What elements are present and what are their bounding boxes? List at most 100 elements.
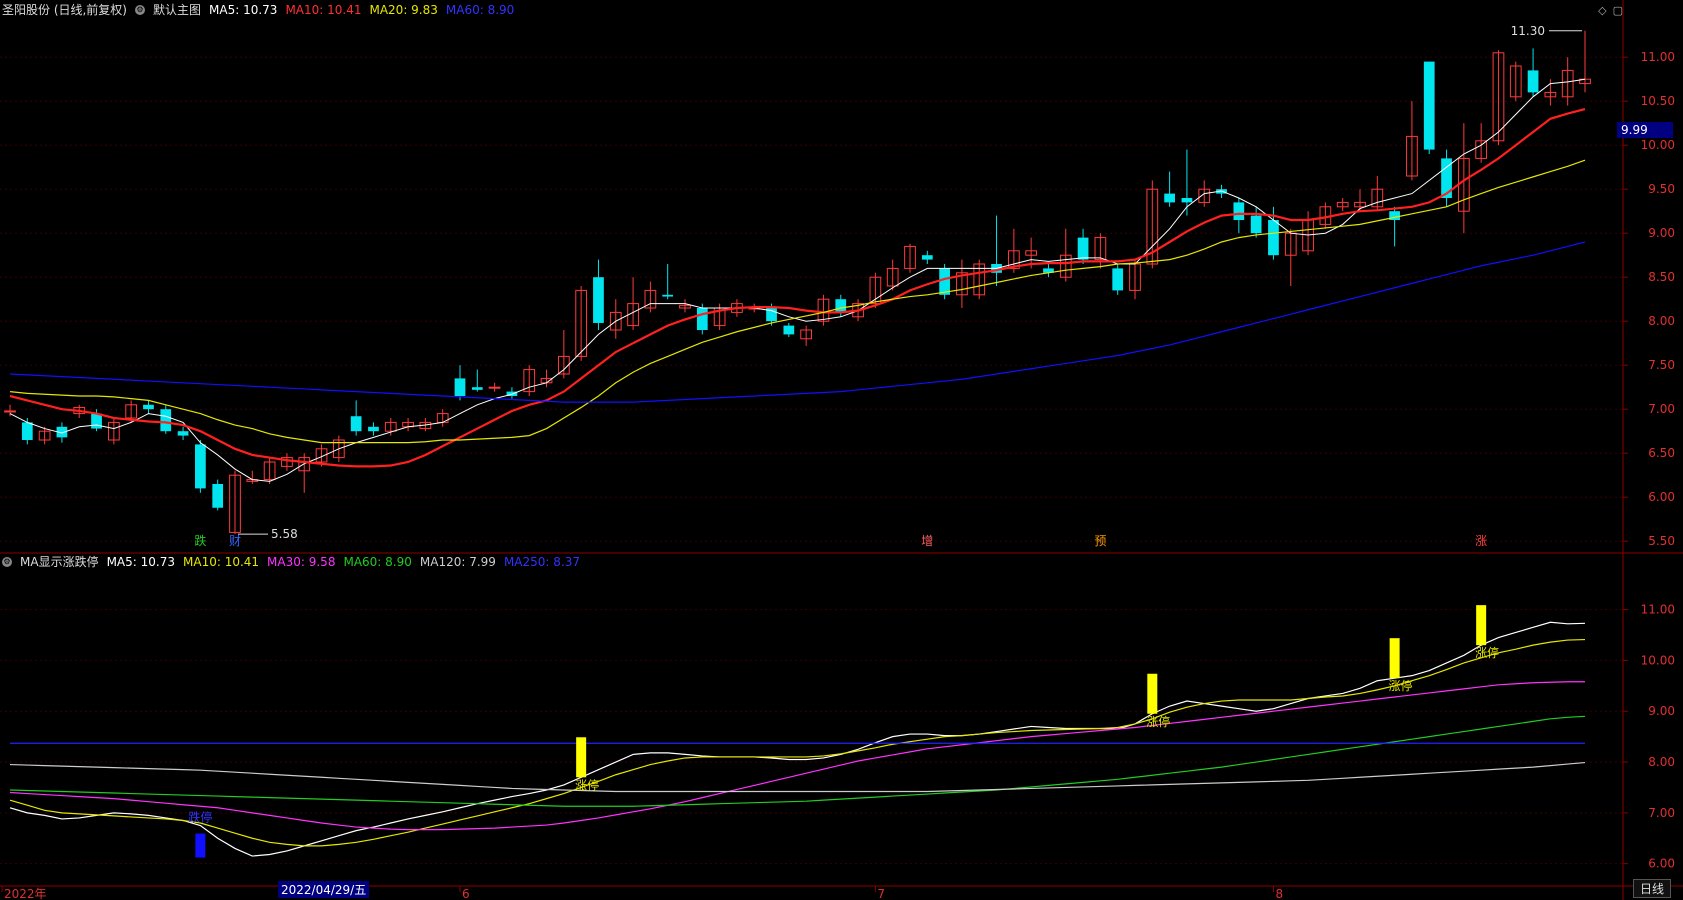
candle-body: [91, 413, 102, 429]
main-tick-label: 10.00: [1641, 138, 1675, 152]
event-mark: 预: [1094, 534, 1106, 548]
main-tick-label: 11.00: [1641, 50, 1675, 64]
candle-body: [195, 444, 206, 489]
main-tick-label: 8.00: [1648, 314, 1675, 328]
limit-down-bar: [195, 833, 206, 858]
candle-body: [488, 386, 501, 389]
main-tick-label: 9.50: [1648, 182, 1675, 196]
sub-chart-header: ⚙ MA显示涨跌停 MA5: 10.73 MA10: 10.41 MA30: 9…: [0, 552, 580, 572]
x-tick-label: 6: [462, 887, 470, 900]
candle-body: [939, 268, 950, 295]
sub-ma60-line: [9, 715, 1586, 807]
candle-body: [1164, 193, 1175, 203]
sub-tick-label: 7.00: [1648, 806, 1675, 820]
candle-body: [1233, 202, 1245, 220]
candle-body: [1423, 61, 1435, 150]
candle-body: [1268, 220, 1279, 256]
sub-ma5-line: [9, 621, 1586, 857]
candle-body: [350, 416, 362, 432]
candle-body: [662, 294, 674, 297]
window-icon[interactable]: ▢: [1613, 4, 1623, 17]
x-tick-label: 2022年: [4, 887, 47, 900]
candle-body: [21, 422, 33, 440]
x-tick-label: 7: [877, 887, 885, 900]
candle-body: [177, 431, 189, 436]
ma10-label: MA10: 10.41: [285, 3, 362, 17]
sub-ma5-label: MA5: 10.73: [106, 555, 175, 569]
sub-ma120-line: [9, 761, 1586, 793]
limit-up-bar: [1476, 605, 1487, 646]
main-ma10-line: [9, 108, 1586, 468]
event-mark: 增: [921, 534, 933, 548]
current-price-tag: 9.99: [1617, 122, 1673, 138]
period-button[interactable]: 日线: [1632, 879, 1671, 898]
limit-up-label: 涨停: [575, 777, 599, 792]
ma60-label: MA60: 8.90: [445, 3, 515, 17]
ma5-label: MA5: 10.73: [209, 3, 278, 17]
sub-tick-label: 11.00: [1641, 603, 1675, 617]
limit-up-bar: [576, 737, 587, 778]
main-tick-label: 7.50: [1648, 358, 1675, 372]
main-tick-label: 5.50: [1648, 534, 1675, 548]
limit-up-bar: [1147, 673, 1158, 714]
candle-body: [212, 484, 224, 508]
candle-body: [1527, 70, 1539, 93]
candle-body: [921, 255, 933, 260]
candle-body: [471, 387, 483, 390]
candle-body: [783, 325, 795, 335]
main-tick-label: 7.00: [1648, 402, 1675, 416]
main-tick-label: 9.00: [1648, 226, 1675, 240]
candle-body: [454, 378, 466, 396]
limit-up-bar: [1389, 638, 1400, 679]
sub-tick-label: 8.00: [1648, 755, 1675, 769]
gear-icon[interactable]: ⚙: [2, 557, 12, 567]
sub-ma120-label: MA120: 7.99: [419, 555, 496, 569]
main-tick-label: 6.00: [1648, 490, 1675, 504]
sub-ma10-label: MA10: 10.41: [183, 555, 260, 569]
chart-canvas[interactable]: 5.50 6.00 6.50 7.00 7.50 8.00 8.50 9.00 9.50 10.0…: [0, 0, 1683, 900]
corner-icons: ◇ ▢: [1598, 4, 1623, 17]
candle-body: [696, 308, 708, 330]
main-ma20-line: [9, 159, 1586, 444]
event-mark: 涨: [1475, 533, 1487, 548]
sub-tick-label: 10.00: [1641, 653, 1675, 667]
limit-up-label: 涨停: [1389, 678, 1413, 693]
limit-down-label: 跌停: [188, 810, 212, 825]
sub-ma250-label: MA250: 8.37: [503, 555, 580, 569]
candle-body: [593, 277, 604, 323]
candle-body: [160, 409, 172, 432]
main-tick-label: 6.50: [1648, 446, 1675, 460]
limit-up-label: 涨停: [1146, 714, 1170, 729]
event-mark: 跌: [194, 533, 206, 548]
sub-ma60-label: MA60: 8.90: [343, 555, 412, 569]
diamond-icon[interactable]: ◇: [1598, 4, 1606, 17]
ma20-label: MA20: 9.83: [369, 3, 438, 17]
indicator-name[interactable]: MA显示涨跌停: [20, 552, 99, 572]
candle-body: [1181, 198, 1193, 203]
low-label: 5.58: [271, 527, 298, 541]
sub-ma30-label: MA30: 9.58: [267, 555, 336, 569]
main-chart-header: 圣阳股份 (日线,前复权) ⚙ 默认主图 MA5: 10.73 MA10: 10…: [0, 0, 514, 20]
sub-ma30-line: [9, 681, 1585, 831]
sub-tick-label: 9.00: [1648, 704, 1675, 718]
candle-body: [368, 426, 379, 432]
candle-body: [1112, 268, 1124, 291]
high-label: 11.30: [1511, 24, 1545, 38]
sub-tick-label: 6.00: [1648, 857, 1675, 871]
template-name[interactable]: 默认主图: [153, 0, 201, 20]
main-ma60-line: [9, 241, 1586, 403]
stock-title[interactable]: 圣阳股份 (日线,前复权): [2, 0, 127, 20]
candle-body: [4, 410, 16, 413]
candle-body: [143, 404, 154, 410]
x-tick-label: 8: [1275, 887, 1283, 900]
main-tick-label: 8.50: [1648, 270, 1675, 284]
crosshair-date-tag: 2022/04/29/五: [278, 881, 370, 898]
limit-up-label: 涨停: [1475, 645, 1499, 660]
candle-body: [1250, 215, 1262, 234]
main-ma5-line: [9, 78, 1586, 482]
candle-body: [835, 299, 847, 313]
candle-body: [1077, 237, 1089, 260]
gear-icon[interactable]: ⚙: [135, 5, 145, 15]
event-mark: 财: [229, 534, 241, 548]
main-tick-label: 10.50: [1641, 94, 1675, 108]
